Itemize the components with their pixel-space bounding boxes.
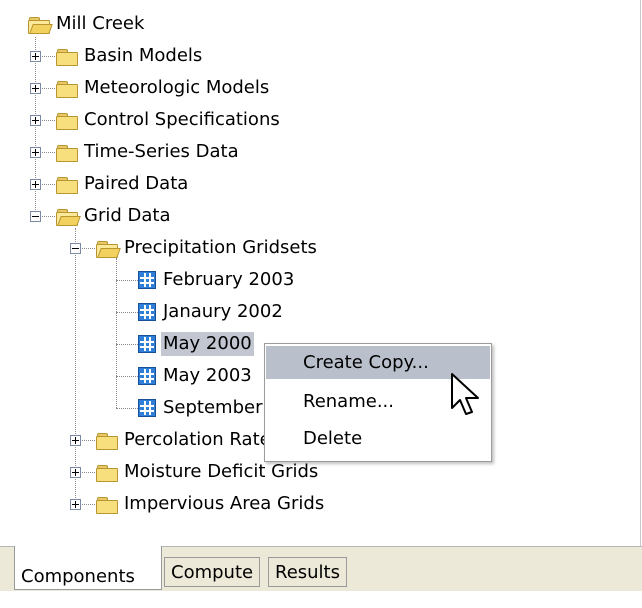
expand-percolation-rate-grids-toggle[interactable] xyxy=(70,435,81,446)
tab-results[interactable]: Results xyxy=(268,557,347,587)
tree-item-basin-models[interactable]: Basin Models xyxy=(56,42,204,70)
tree-line xyxy=(116,280,138,281)
expand-basin-models-toggle[interactable] xyxy=(30,51,41,62)
tree-item-label: Precipitation Gridsets xyxy=(124,237,317,258)
open-folder-icon xyxy=(28,15,53,34)
grid-icon xyxy=(138,367,156,385)
folder-icon xyxy=(56,143,78,162)
folder-icon xyxy=(56,79,78,98)
tree-item-label: Basin Models xyxy=(84,45,203,66)
tree-item-moisture-deficit-grids[interactable]: Moisture Deficit Grids xyxy=(96,458,320,486)
expand-moisture-deficit-grids-toggle[interactable] xyxy=(70,467,81,478)
expand-impervious-area-grids-toggle[interactable] xyxy=(70,499,81,510)
grid-icon xyxy=(138,335,156,353)
root-label: Mill Creek xyxy=(56,13,145,34)
open-folder-icon xyxy=(56,207,81,226)
tab-components[interactable]: Components xyxy=(14,546,162,590)
menu-item-delete[interactable]: Delete xyxy=(266,422,490,455)
folder-icon xyxy=(96,463,118,482)
tab-compute[interactable]: Compute xyxy=(164,557,261,587)
collapse-grid-data-toggle[interactable] xyxy=(30,211,41,222)
tree-item-label: February 2003 xyxy=(163,269,295,290)
grid-icon xyxy=(138,399,156,417)
tree-item-grid-may-2000[interactable]: May 2000 xyxy=(138,330,254,358)
tree-item-impervious-area-grids[interactable]: Impervious Area Grids xyxy=(96,490,326,518)
tree-item-label: May 2003 xyxy=(163,365,252,386)
expand-meteorologic-models-toggle[interactable] xyxy=(30,83,41,94)
tree-line xyxy=(116,312,138,313)
tree-line xyxy=(116,376,138,377)
tree-item-control-specifications[interactable]: Control Specifications xyxy=(56,106,282,134)
tree-line xyxy=(75,228,76,508)
expand-paired-data-toggle[interactable] xyxy=(30,179,41,190)
folder-icon xyxy=(56,47,78,66)
tree-item-label: Grid Data xyxy=(84,205,171,226)
tree-line xyxy=(35,37,36,222)
mouse-pointer-icon xyxy=(451,373,479,415)
tree-line xyxy=(116,344,138,345)
tree-item-label: Meteorologic Models xyxy=(84,77,270,98)
open-folder-icon xyxy=(96,239,121,258)
tree-item-time-series-data[interactable]: Time-Series Data xyxy=(56,138,241,166)
tree-item-label: Moisture Deficit Grids xyxy=(124,461,319,482)
tree-item-precipitation-gridsets[interactable]: Precipitation Gridsets xyxy=(96,234,319,262)
tree-item-label: Impervious Area Grids xyxy=(124,493,325,514)
tree-item-grid-may-2003[interactable]: May 2003 xyxy=(138,362,254,390)
tree-item-grid-data[interactable]: Grid Data xyxy=(56,202,172,230)
tree-item-label: May 2000 xyxy=(161,332,254,356)
tree-root[interactable]: Mill Creek xyxy=(28,10,146,38)
tree-item-grid-janaury-2002[interactable]: Janaury 2002 xyxy=(138,298,285,326)
tree-item-meteorologic-models[interactable]: Meteorologic Models xyxy=(56,74,271,102)
tree-item-label: Control Specifications xyxy=(84,109,280,130)
tree-item-label: Time-Series Data xyxy=(84,141,239,162)
component-tree-panel: Mill Creek Basin Models Meteorologic Mod… xyxy=(0,0,641,546)
expand-control-specifications-toggle[interactable] xyxy=(30,115,41,126)
grid-icon xyxy=(138,271,156,289)
expand-time-series-data-toggle[interactable] xyxy=(30,147,41,158)
folder-icon xyxy=(56,175,78,194)
collapse-precipitation-gridsets-toggle[interactable] xyxy=(70,243,81,254)
tree-item-label: Janaury 2002 xyxy=(163,301,283,322)
folder-icon xyxy=(96,495,118,514)
tree-item-grid-february-2003[interactable]: February 2003 xyxy=(138,266,296,294)
folder-icon xyxy=(96,431,118,450)
folder-icon xyxy=(56,111,78,130)
tree-item-label: Paired Data xyxy=(84,173,189,194)
grid-icon xyxy=(138,303,156,321)
tree-line xyxy=(116,408,138,409)
tree-item-paired-data[interactable]: Paired Data xyxy=(56,170,190,198)
